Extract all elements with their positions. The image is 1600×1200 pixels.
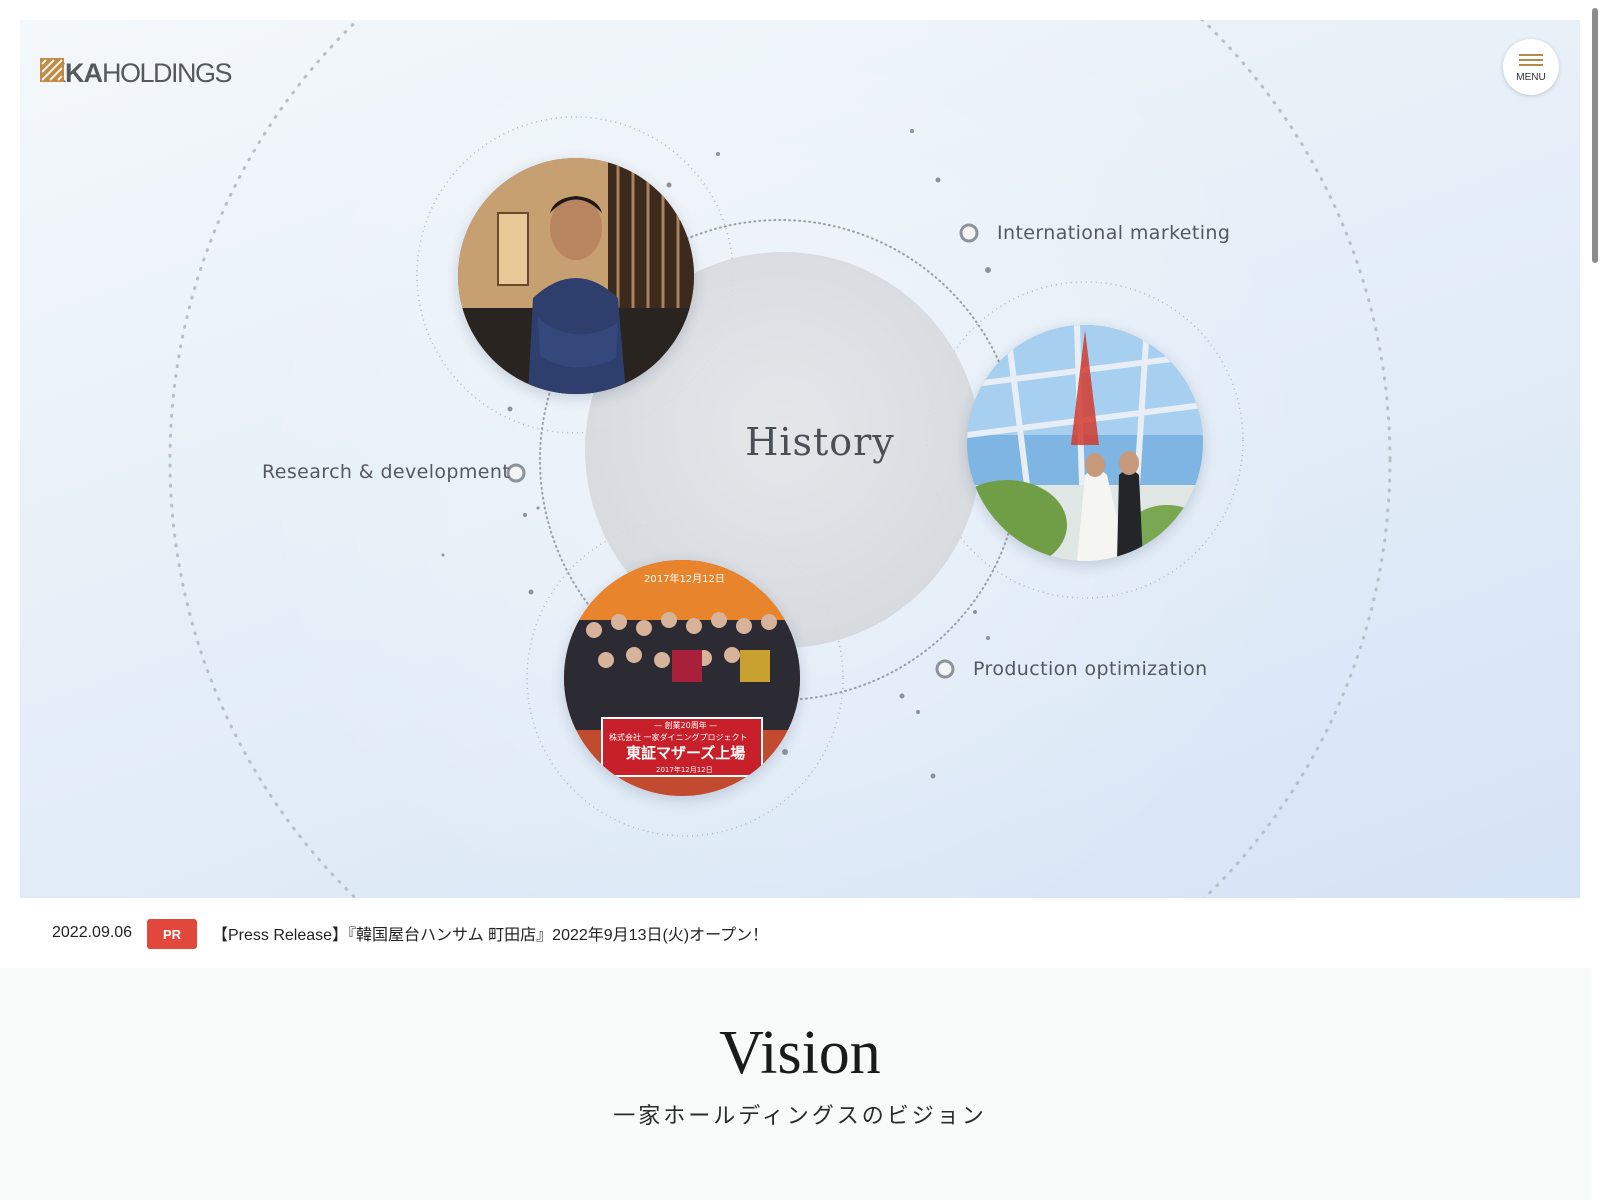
- news-badge: PR: [147, 919, 197, 949]
- banner-date-text: 2017年12月12日: [644, 572, 725, 585]
- scrollbar-thumb[interactable]: [1592, 8, 1598, 263]
- vision-title: Vision: [719, 1019, 881, 1087]
- node-marker-research: [506, 463, 526, 483]
- logo-text-light: HOLDINGS: [102, 58, 233, 88]
- news-date: 2022.09.06: [52, 924, 133, 941]
- node-label-research[interactable]: Research & development: [262, 461, 510, 483]
- scrollbar[interactable]: [1590, 0, 1600, 1200]
- hero-section: IKKAHOLDINGS MENU 2017年12月12日 — 創業20周年 —…: [20, 20, 1580, 898]
- group-celebration-photo: 2017年12月12日 — 創業20周年 — 株式会社 一家ダイニングプロジェク…: [564, 560, 800, 796]
- banner-line3: 東証マザーズ上場: [626, 744, 745, 762]
- menu-button[interactable]: MENU: [1503, 39, 1559, 95]
- banner-line4: 2017年12月12日: [656, 765, 713, 774]
- wedding-tower-photo: [967, 325, 1203, 561]
- node-marker-production: [935, 659, 955, 679]
- news-link[interactable]: 【Press Release】『韓国屋台ハンサム 町田店』2022年9月13日(…: [212, 921, 768, 945]
- logo-mark-icon: [40, 58, 64, 82]
- node-label-production[interactable]: Production optimization: [973, 658, 1208, 680]
- banner-line1: — 創業20周年 —: [654, 720, 717, 730]
- news-bar: 2022.09.06 PR 【Press Release】『韓国屋台ハンサム 町…: [0, 898, 1600, 968]
- chef-portrait-photo: [458, 158, 694, 394]
- vision-subtitle: 一家ホールディングスのビジョン: [613, 1104, 987, 1129]
- hamburger-icon: [1519, 51, 1543, 69]
- history-title[interactable]: History: [640, 420, 1000, 464]
- menu-label: MENU: [1516, 72, 1546, 83]
- ikka-holdings-logo[interactable]: IKKAHOLDINGS: [40, 58, 233, 88]
- node-label-international[interactable]: International marketing: [997, 222, 1230, 244]
- banner-line2: 株式会社 一家ダイニングプロジェクト: [609, 732, 748, 742]
- node-marker-international: [959, 223, 979, 243]
